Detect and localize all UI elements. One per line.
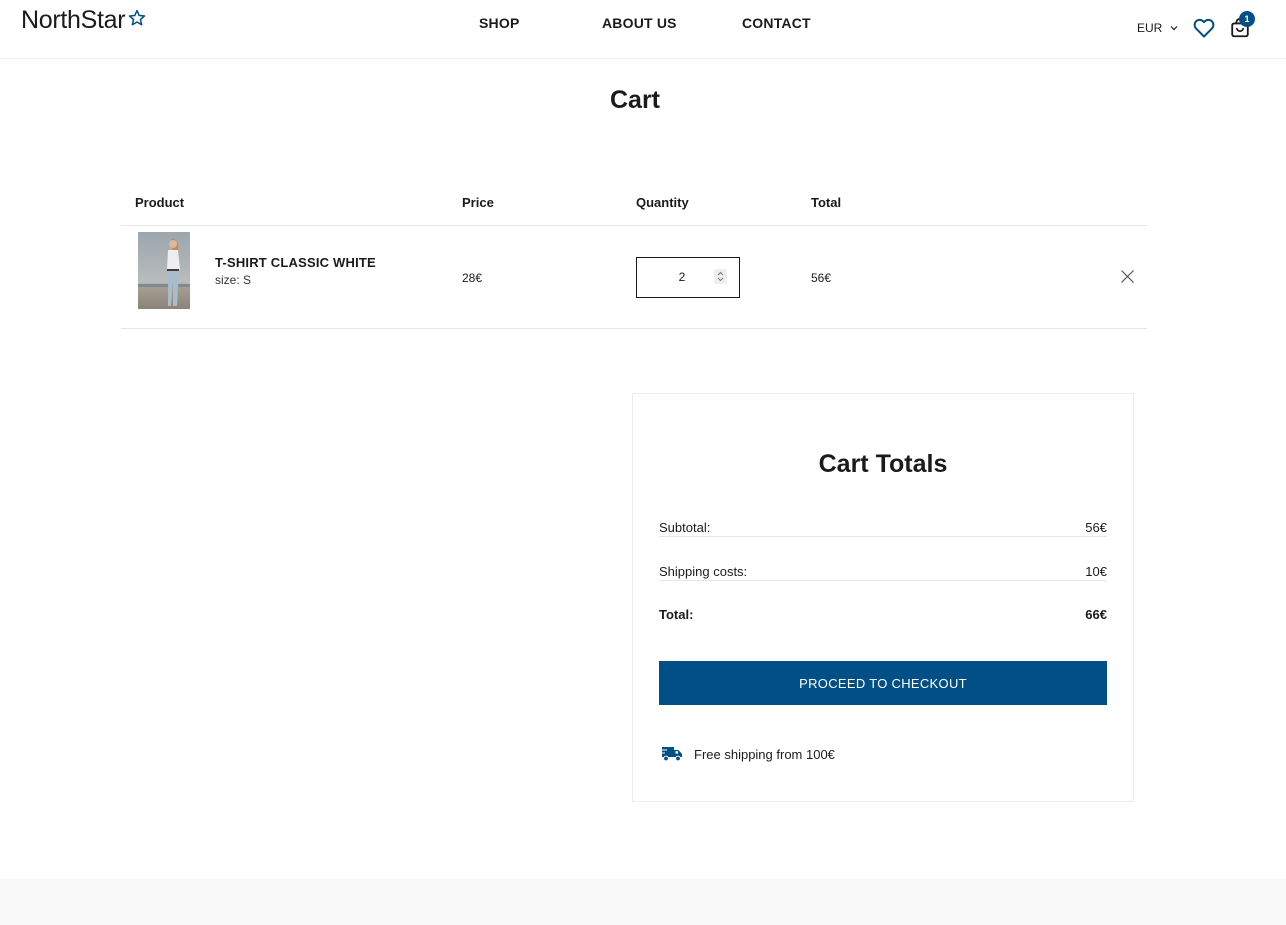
product-thumbnail[interactable]	[138, 232, 190, 309]
cart-totals-title: Cart Totals	[818, 450, 948, 478]
shipping-label: Shipping costs:	[659, 564, 748, 579]
main-nav: SHOP ABOUT US CONTACT	[0, 15, 1286, 33]
cart-totals-panel: Cart Totals Subtotal: 56€ Shipping costs…	[632, 393, 1134, 802]
proceed-to-checkout-button[interactable]: PROCEED TO CHECKOUT	[659, 661, 1107, 705]
column-header-product: Product	[135, 195, 185, 210]
total-value: 66€	[1085, 607, 1107, 622]
divider	[659, 536, 1107, 537]
column-header-quantity: Quantity	[636, 195, 689, 210]
product-size: size: S	[215, 273, 252, 287]
product-price: 28€	[462, 271, 483, 285]
nav-shop[interactable]: SHOP	[479, 15, 519, 31]
nav-contact[interactable]: CONTACT	[742, 15, 811, 31]
truck-icon	[661, 747, 682, 762]
footer	[0, 879, 1286, 925]
divider	[121, 225, 1147, 226]
currency-value: EUR	[1137, 21, 1163, 35]
nav-about-us[interactable]: ABOUT US	[602, 15, 677, 31]
spinner-arrows[interactable]	[714, 269, 727, 284]
product-total: 56€	[811, 271, 832, 285]
subtotal-label: Subtotal:	[659, 520, 711, 535]
quantity-stepper[interactable]: 2	[636, 257, 740, 298]
shipping-value: 10€	[1085, 564, 1107, 579]
free-shipping-note: Free shipping from 100€	[694, 747, 835, 762]
subtotal-value: 56€	[1085, 520, 1107, 535]
divider	[659, 580, 1107, 581]
site-header: NorthStar SHOP ABOUT US CONTACT EUR 1	[0, 0, 1286, 59]
close-icon[interactable]	[1120, 269, 1135, 284]
page-title: Cart	[609, 86, 660, 114]
cart-count-badge: 1	[1239, 11, 1255, 27]
chevron-down-icon	[1170, 26, 1178, 31]
divider	[121, 328, 1147, 329]
heart-icon[interactable]	[1192, 16, 1216, 40]
total-label: Total:	[659, 607, 694, 622]
column-header-price: Price	[462, 195, 494, 210]
spinner-arrows-icon	[717, 271, 724, 282]
product-name[interactable]: T-SHIRT CLASSIC WHITE	[215, 255, 376, 270]
currency-selector[interactable]: EUR	[1137, 21, 1178, 35]
column-header-total: Total	[811, 195, 842, 210]
